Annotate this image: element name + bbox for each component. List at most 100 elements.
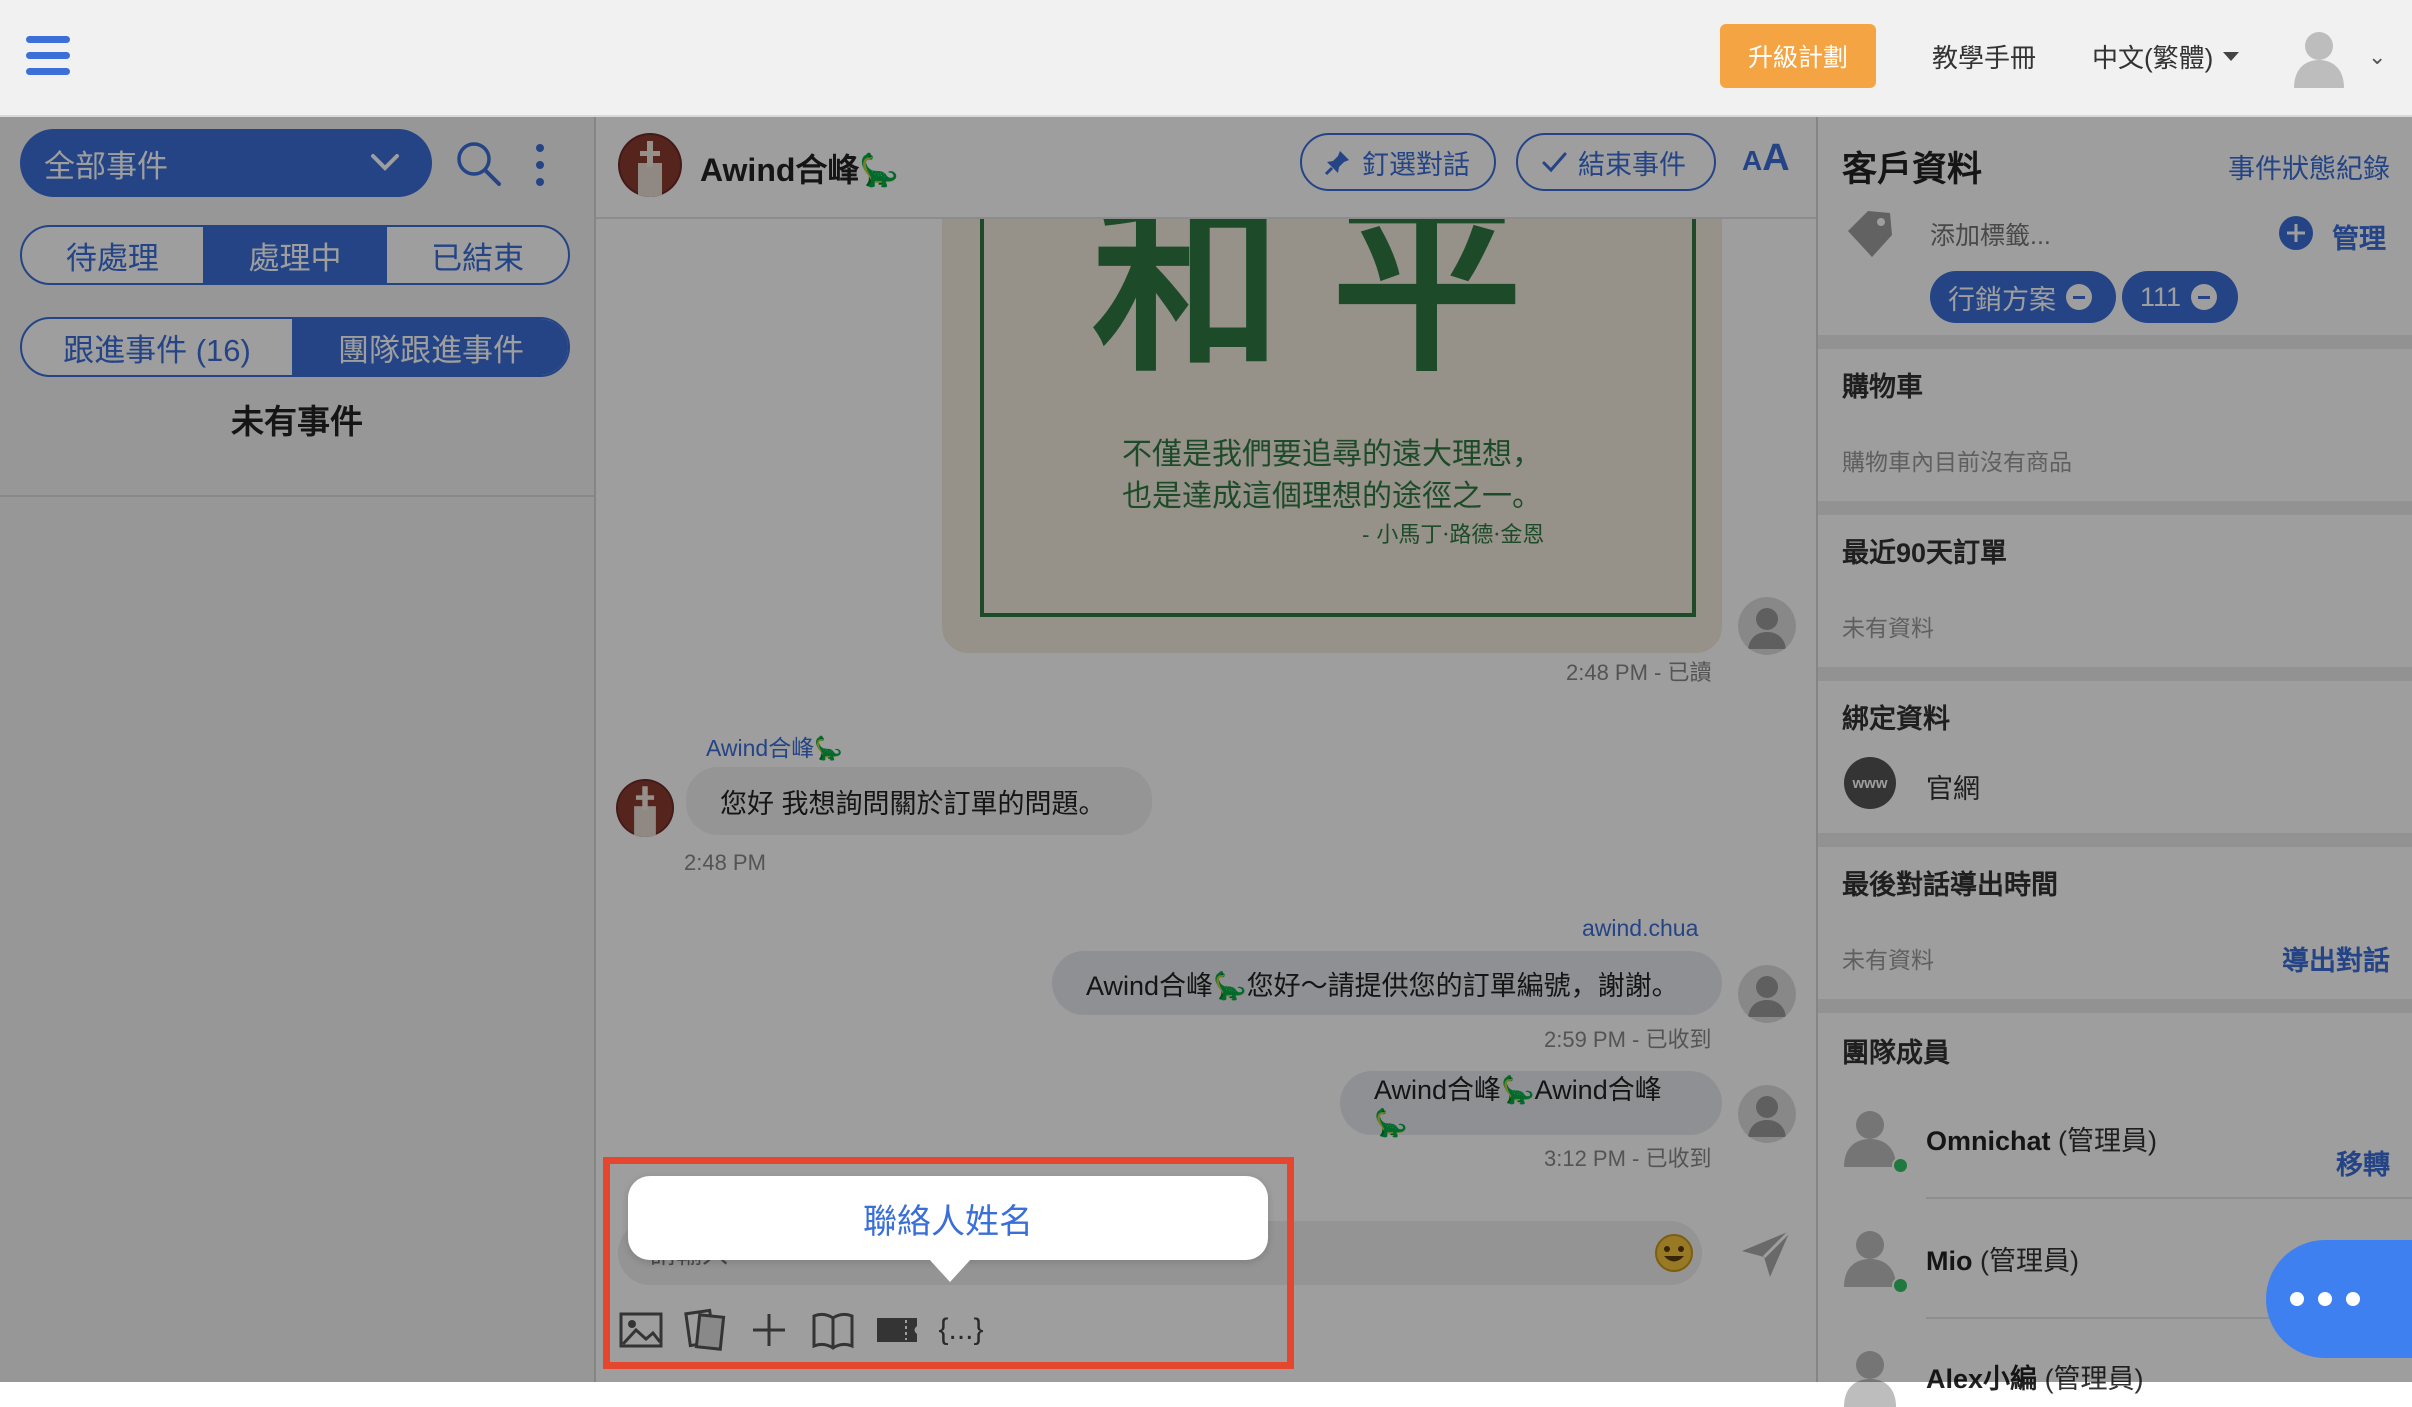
- book-icon[interactable]: [810, 1308, 856, 1352]
- event-filter-dropdown[interactable]: 全部事件: [20, 129, 432, 197]
- variable-icon[interactable]: {...}: [938, 1308, 984, 1352]
- event-filter-label: 全部事件: [44, 148, 168, 184]
- gallery-icon[interactable]: [682, 1308, 728, 1352]
- font-size-button[interactable]: AA: [1742, 137, 1790, 180]
- event-list-panel: 全部事件 待處理 處理中 已結束 跟進事件 (16) 團隊跟進事件 未有事件: [0, 117, 596, 1382]
- chat-widget-button[interactable]: [2266, 1240, 2412, 1358]
- emoji-icon[interactable]: [1654, 1233, 1694, 1273]
- agent-avatar-icon: [1738, 597, 1796, 655]
- section-separator: [1818, 667, 2412, 681]
- chat-widget-dot: [2290, 1292, 2304, 1306]
- orders-title: 最近90天訂單: [1842, 538, 2008, 568]
- more-options-icon[interactable]: [530, 141, 550, 189]
- tab-followup-events[interactable]: 跟進事件 (16): [22, 319, 294, 375]
- tag-chip-label: 111: [2140, 281, 2182, 312]
- close-event-label: 結束事件: [1578, 149, 1686, 180]
- section-separator: [1818, 833, 2412, 847]
- member-role: (管理員): [1980, 1246, 2079, 1276]
- account-chevron-icon[interactable]: ⌄: [2368, 44, 2386, 70]
- event-status-log-link[interactable]: 事件狀態紀錄: [2228, 147, 2390, 186]
- section-separator: [1818, 501, 2412, 515]
- status-tabs: 待處理 處理中 已結束: [20, 225, 570, 285]
- outgoing-message-bubble[interactable]: Awind合峰🦕Awind合峰🦕: [1340, 1071, 1722, 1138]
- empty-events-text: 未有事件: [231, 403, 363, 440]
- binding-website-label[interactable]: 官網: [1926, 767, 1980, 806]
- remove-tag-icon[interactable]: [2191, 284, 2218, 310]
- sender-name: awind.chua: [1582, 915, 1699, 941]
- tab-pending[interactable]: 待處理: [22, 227, 205, 283]
- chat-widget-dot: [2346, 1292, 2360, 1306]
- member-name: Omnichat (管理員): [1926, 1119, 2157, 1158]
- online-status-dot: [1892, 1277, 1909, 1294]
- message-time: 2:59 PM - 已收到: [1544, 1027, 1712, 1052]
- chat-widget-dot: [2318, 1292, 2332, 1306]
- poster-quote-line: 也是達成這個理想的途徑之一。: [1122, 479, 1542, 514]
- member-avatar-icon: [1844, 1111, 1896, 1167]
- tab-closed[interactable]: 已結束: [387, 227, 568, 283]
- binding-title: 綁定資料: [1842, 704, 1950, 734]
- sender-name: Awind合峰🦕: [706, 735, 843, 761]
- language-label: 中文(繁體): [2092, 43, 2214, 73]
- member-role: (管理員): [2044, 1364, 2144, 1394]
- member-name-text: Mio: [1926, 1246, 1973, 1276]
- contact-avatar: [616, 779, 674, 837]
- member-name-text: Omnichat: [1926, 1126, 2051, 1156]
- close-event-button[interactable]: 結束事件: [1516, 133, 1716, 191]
- contact-avatar[interactable]: [618, 133, 682, 197]
- pin-conversation-button[interactable]: 釘選對話: [1300, 133, 1496, 191]
- hamburger-menu-icon[interactable]: [26, 36, 70, 76]
- section-separator: [1818, 999, 2412, 1013]
- outgoing-message-bubble[interactable]: Awind合峰🦕您好～請提供您的訂單編號，謝謝。: [1052, 951, 1722, 1015]
- tag-chip[interactable]: 111: [2122, 271, 2238, 323]
- font-size-big-glyph: A: [1762, 137, 1790, 179]
- message-meta: 2:48 PM - 已讀: [1566, 660, 1712, 685]
- check-icon: [1542, 152, 1567, 173]
- member-role: (管理員): [2058, 1126, 2158, 1156]
- chevron-down-icon: [371, 154, 399, 171]
- image-message-poster[interactable]: 和平 不僅是我們要追尋的遠大理想， 也是達成這個理想的途徑之一。 - 小馬丁·路…: [942, 187, 1722, 653]
- tag-icon: [1848, 211, 1892, 257]
- followup-tabs: 跟進事件 (16) 團隊跟進事件: [20, 317, 570, 377]
- member-avatar-icon: [1844, 1351, 1896, 1407]
- export-conversation-link[interactable]: 導出對話: [2282, 939, 2390, 978]
- variable-tooltip[interactable]: 聯絡人姓名: [628, 1176, 1268, 1260]
- pin-label: 釘選對話: [1362, 149, 1470, 180]
- tab-team-followup-events[interactable]: 團隊跟進事件: [294, 319, 568, 375]
- member-avatar-icon: [1844, 1231, 1896, 1287]
- plus-icon[interactable]: [746, 1308, 792, 1352]
- language-select[interactable]: 中文(繁體): [2092, 38, 2240, 75]
- cart-title: 購物車: [1842, 372, 1923, 402]
- upgrade-plan-button[interactable]: 升級計劃: [1720, 24, 1876, 88]
- tutorial-manual-link[interactable]: 教學手冊: [1932, 38, 2036, 75]
- orders-empty-text: 未有資料: [1842, 615, 1934, 641]
- member-name-text: Alex小編: [1926, 1364, 2038, 1394]
- pin-icon: [1324, 151, 1349, 176]
- search-icon[interactable]: [454, 139, 502, 187]
- team-title: 團隊成員: [1842, 1038, 1950, 1068]
- send-icon[interactable]: [1740, 1229, 1792, 1279]
- remove-tag-icon[interactable]: [2066, 284, 2092, 310]
- poster-quote-line: 不僅是我們要追尋的遠大理想，: [1122, 437, 1542, 472]
- agent-avatar-icon: [1738, 1085, 1796, 1143]
- member-name: Alex小編 (管理員): [1926, 1357, 2144, 1396]
- tooltip-arrow: [928, 1258, 972, 1282]
- export-title: 最後對話導出時間: [1842, 870, 2058, 900]
- divider: [1926, 1197, 2412, 1199]
- top-bar: 升級計劃 教學手冊 中文(繁體) ⌄: [0, 0, 2412, 117]
- font-size-small-glyph: A: [1742, 145, 1763, 176]
- ticket-icon[interactable]: [874, 1308, 920, 1352]
- tag-chip-label: 行銷方案: [1948, 284, 2056, 315]
- user-avatar-icon[interactable]: [2292, 28, 2346, 88]
- tag-chip[interactable]: 行銷方案: [1930, 271, 2116, 323]
- manage-tags-link[interactable]: 管理: [2332, 217, 2386, 256]
- transfer-link[interactable]: 移轉: [2336, 1143, 2390, 1182]
- customer-info-panel: 客戶資料 事件狀態紀錄 管理 行銷方案 111 購物車 購物車內目前沒有商品 最…: [1818, 117, 2412, 1407]
- tag-input[interactable]: [1928, 215, 2232, 257]
- incoming-message-bubble[interactable]: 您好 我想詢問關於訂單的問題。: [686, 767, 1152, 835]
- caret-down-icon: [2223, 52, 2240, 61]
- image-icon[interactable]: [618, 1308, 664, 1352]
- add-tag-icon[interactable]: [2278, 215, 2314, 251]
- tab-in-progress[interactable]: 處理中: [204, 227, 388, 283]
- agent-avatar-icon: [1738, 965, 1796, 1023]
- contact-name: Awind合峰🦕: [700, 152, 900, 188]
